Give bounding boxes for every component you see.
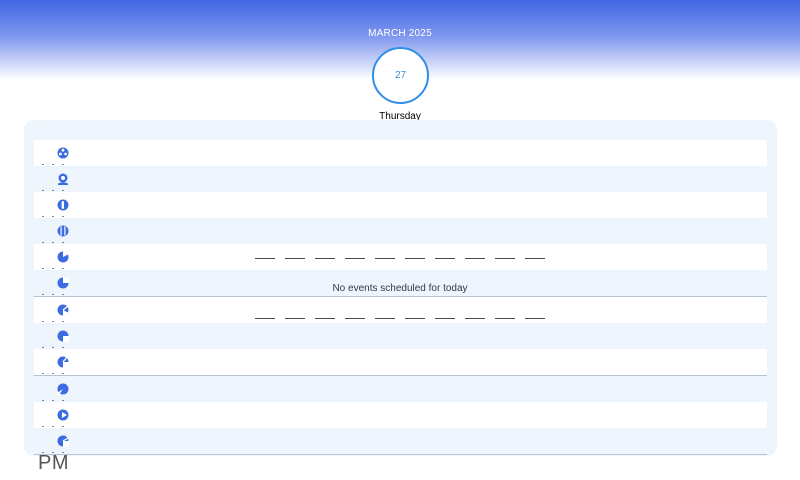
clock-icon (57, 304, 69, 316)
day-number-badge[interactable]: 27 (372, 47, 429, 104)
hour-row[interactable] (34, 376, 767, 402)
clock-icon (57, 225, 69, 237)
empty-state-divider-bottom (255, 318, 547, 319)
hour-row[interactable] (34, 218, 767, 244)
hour-tick (42, 242, 70, 243)
clock-icon (57, 409, 69, 421)
clock-icon (57, 356, 69, 368)
hour-row[interactable] (34, 297, 767, 323)
period-label: PM (38, 452, 69, 474)
hour-tick (42, 321, 70, 322)
hour-tick (42, 216, 70, 217)
hour-row[interactable] (34, 140, 767, 166)
hour-tick (42, 400, 70, 401)
hour-tick (42, 268, 70, 269)
hour-row[interactable] (34, 349, 767, 376)
hour-row[interactable] (34, 402, 767, 428)
day-number: 27 (394, 70, 407, 81)
hour-tick (42, 426, 70, 427)
hour-tick (42, 373, 70, 374)
hour-row[interactable] (34, 428, 767, 455)
clock-icon (57, 435, 69, 447)
hour-row[interactable] (34, 192, 767, 218)
location-icon (57, 173, 69, 185)
hour-row[interactable] (34, 323, 767, 349)
hour-tick (42, 190, 70, 191)
clock-icon (57, 251, 69, 263)
calendar-day-view: MARCH 2025 27 Thursday No events schedul… (0, 0, 800, 480)
empty-state-divider-top (255, 258, 547, 259)
hour-tick (42, 164, 70, 165)
clock-icon (57, 199, 69, 211)
clock-icon (57, 330, 69, 342)
month-year-label: MARCH 2025 (368, 28, 432, 39)
clock-icon (57, 383, 69, 395)
empty-state-message: No events scheduled for today (332, 283, 468, 294)
header-banner: MARCH 2025 27 (0, 0, 800, 104)
hour-tick (42, 294, 70, 295)
hour-row[interactable] (34, 166, 767, 192)
hour-tick (42, 347, 70, 348)
clock-icon (57, 147, 69, 159)
hour-row[interactable] (34, 244, 767, 270)
